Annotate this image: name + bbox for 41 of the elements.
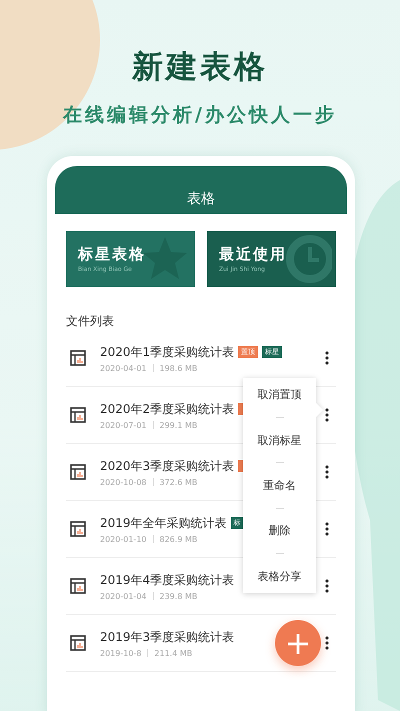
file-date: 2019-10-8 (100, 648, 142, 658)
file-size: 826.9 MB (160, 534, 198, 544)
menu-item[interactable]: 取消置顶 (258, 383, 302, 406)
file-name[interactable]: 2019年全年采购统计表 (100, 514, 227, 532)
menu-item[interactable]: 表格分享 (258, 564, 302, 588)
headline: 新建表格 (132, 48, 268, 87)
menu-item[interactable]: 删除 (268, 519, 290, 542)
more-icon[interactable] (325, 636, 329, 650)
spreadsheet-icon (70, 464, 86, 480)
spreadsheet-icon (70, 578, 86, 594)
section-title: 文件列表 (66, 313, 114, 330)
more-icon[interactable] (325, 579, 329, 593)
file-name[interactable]: 2020年1季度采购统计表 (100, 344, 234, 360)
file-size: 372.6 MB (160, 478, 198, 486)
file-name[interactable]: 2019年3季度采购统计表 (100, 628, 234, 646)
file-size: 299.1 MB (160, 420, 198, 430)
spreadsheet-icon (70, 635, 86, 651)
file-size: 239.8 MB (160, 592, 198, 600)
file-name[interactable]: 2020年2季度采购统计表 (100, 400, 234, 418)
file-date: 2020-04-01 (100, 364, 146, 372)
file-name[interactable]: 2019年4季度采购统计表 (100, 572, 234, 588)
more-icon[interactable] (325, 465, 329, 479)
tagline: 在线编辑分析/办公快人一步 (63, 103, 337, 128)
more-icon[interactable] (325, 351, 329, 365)
spreadsheet-icon (70, 350, 86, 366)
card-title: 最近使用 (219, 245, 288, 264)
menu-item[interactable]: 取消标星 (258, 428, 302, 452)
more-icon[interactable] (325, 408, 329, 422)
file-size: 198.6 MB (160, 364, 198, 372)
file-date: 2020-10-08 (100, 478, 146, 486)
card-title: 标星表格 (78, 245, 147, 264)
app-title: 表格 (187, 190, 215, 208)
spreadsheet-icon (70, 407, 86, 423)
spreadsheet-icon (70, 521, 86, 537)
file-name[interactable]: 2020年3季度采购统计表 (100, 458, 234, 474)
file-date: 2020-01-10 (100, 534, 146, 544)
menu-item[interactable]: 重命名 (263, 474, 296, 497)
file-date: 2020-07-01 (100, 420, 146, 430)
file-size: 211.4 MB (154, 648, 192, 658)
more-icon[interactable] (325, 522, 329, 536)
file-date: 2020-01-04 (100, 592, 146, 600)
